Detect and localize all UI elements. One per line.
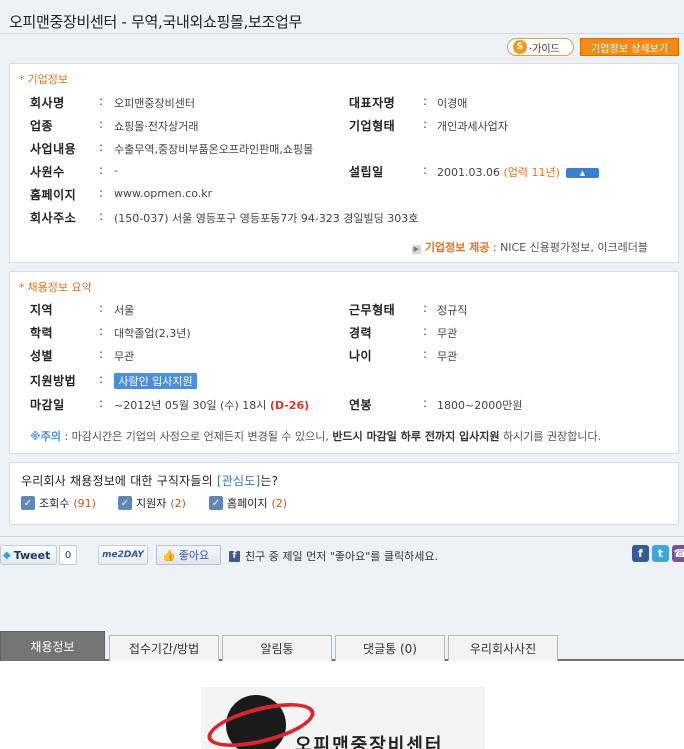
deadline-notice: ※주의 : 마감시간은 기업의 사정으로 언제든지 변경될 수 있으니, 반드시… [30,430,602,443]
company-age: (업력 11년) [503,166,560,179]
company-section-title: * 기업정보 [19,73,68,86]
facebook-like-button[interactable]: 👍 좋아요 [156,545,221,565]
homepage-stat: ✓ 홈페이지 (2) [209,495,287,511]
salary-label: 연봉 [349,398,373,412]
age-value: 무관 [437,350,458,363]
tab-company-photos[interactable]: 우리회사사진 [448,635,558,661]
career-value: 무관 [437,327,458,340]
business-label: 사업내용 [30,142,77,156]
tweet-count: 0 [59,545,77,565]
social-divider [0,536,684,537]
source-value: : NICE 신용평가정보, 이크레더블 [492,241,648,254]
address-label: 회사주소 [30,211,77,225]
tab-recruit-info[interactable]: 채용정보 [0,631,105,661]
homepage-label: 홈페이지 [30,188,77,202]
company-logo-image: 오피맨중장비센터 [201,687,485,749]
industry-value: 쇼핑몰·전자상거래 [114,120,199,133]
check-icon: ✓ [118,496,132,510]
tab-notification[interactable]: 알림통 [222,635,332,661]
star-icon: * [19,73,25,86]
recruit-section-title: * 채용정보 요약 [19,281,92,294]
tab-application-period[interactable]: 접수기간/방법 [109,635,219,661]
twitter-bird-icon: ◆ [3,549,11,561]
thumbs-up-icon: 👍 [162,548,176,562]
apply-method-label: 지원방법 [30,374,77,388]
title-divider [0,33,684,34]
arrow-right-icon: ▶ [411,245,421,254]
deadline-label: 마감일 [30,398,65,412]
share-icons: f t ☎ [632,545,684,562]
ceo-value: 이경애 [437,97,468,110]
logo-text: 오피맨중장비센터 [295,735,444,749]
source-label: 기업정보 제공 [424,241,490,254]
info-badge-icon[interactable]: ▲ [565,168,599,178]
business-value: 수출무역,중장비부품온오프라인판매,쇼핑몰 [114,143,314,156]
star-icon: * [19,281,25,294]
saramin-apply-button[interactable]: 사람인 입사지원 [114,373,197,389]
views-stat: ✓ 조회수 (91) [21,495,96,511]
facebook-icon: f [229,550,240,562]
founded-value: 2001.03.06 (업력 11년) ▲ [437,164,599,180]
facebook-prompt: f 친구 중 제일 먼저 "좋아요"를 클릭하세요. [229,548,438,564]
company-type-label: 기업형태 [349,119,396,133]
twitter-share-icon[interactable]: t [652,545,669,562]
employees-label: 사원수 [30,165,65,179]
region-label: 지역 [30,303,54,317]
viber-share-icon[interactable]: ☎ [672,545,684,562]
deadline-value: ~2012년 05월 30일 (수) 18시 (D-26) [114,399,310,412]
education-value: 대학졸업(2,3년) [114,327,191,340]
page-title: 오피맨중장비센터 - 무역,국내외쇼핑몰,보조업무 [9,13,302,31]
check-icon: ✓ [21,496,35,510]
tweet-button[interactable]: ◆ Tweet [0,545,57,565]
gender-value: 무관 [114,350,135,363]
education-label: 학력 [30,326,54,340]
interest-box: 우리회사 채용정보에 대한 구직자들의 [관심도]는? ✓ 조회수 (91) ✓ … [9,462,679,525]
career-label: 경력 [349,326,373,340]
company-detail-button[interactable]: 기업정보 상세보기 [580,38,679,56]
employees-value: - [114,164,118,177]
tab-comments[interactable]: 댓글통 (0) [335,635,445,661]
applicants-stat: ✓ 지원자 (2) [118,495,186,511]
info-source: ▶ 기업정보 제공 : NICE 신용평가정보, 이크레더블 [411,239,648,255]
salary-value: 1800~2000만원 [437,399,523,412]
company-info-box: * 기업정보 회사명 : 오피맨중장비센터 대표자명 : 이경애 업종 : 쇼핑몰… [9,63,679,263]
work-type-label: 근무형태 [349,303,396,317]
industry-label: 업종 [30,119,54,133]
check-icon: ✓ [209,496,223,510]
company-name-value: 오피맨중장비센터 [114,97,195,110]
founded-label: 설립일 [349,165,384,179]
company-name-label: 회사명 [30,96,65,110]
ceo-label: 대표자명 [349,96,396,110]
region-value: 서울 [114,304,135,317]
me2day-button[interactable]: me2DAY [98,545,148,565]
notice-mark: ※주의 [30,430,61,443]
guide-button[interactable]: S ·가이드 [507,38,574,56]
guide-label: ·가이드 [529,43,560,55]
company-type-value: 개인과세사업자 [437,120,508,133]
age-label: 나이 [349,349,373,363]
detail-tabs: 채용정보 접수기간/방법 알림통 댓글통 (0) 우리회사사진 [0,631,684,661]
s-logo-icon: S [513,40,527,54]
gender-label: 성별 [30,349,54,363]
recruit-summary-box: * 채용정보 요약 지역 : 서울 근무형태 : 정규직 학력 : 대학졸업(2,… [9,271,679,454]
facebook-share-icon[interactable]: f [632,545,649,562]
homepage-link[interactable]: www.opmen.co.kr [114,187,212,200]
interest-question: 우리회사 채용정보에 대한 구직자들의 [관심도]는? [21,474,279,488]
address-value: (150-037) 서울 영등포구 영등포동7가 94-323 경일빌딩 303… [114,212,419,225]
d-day-badge: (D-26) [269,399,310,412]
work-type-value: 정규직 [437,304,468,317]
